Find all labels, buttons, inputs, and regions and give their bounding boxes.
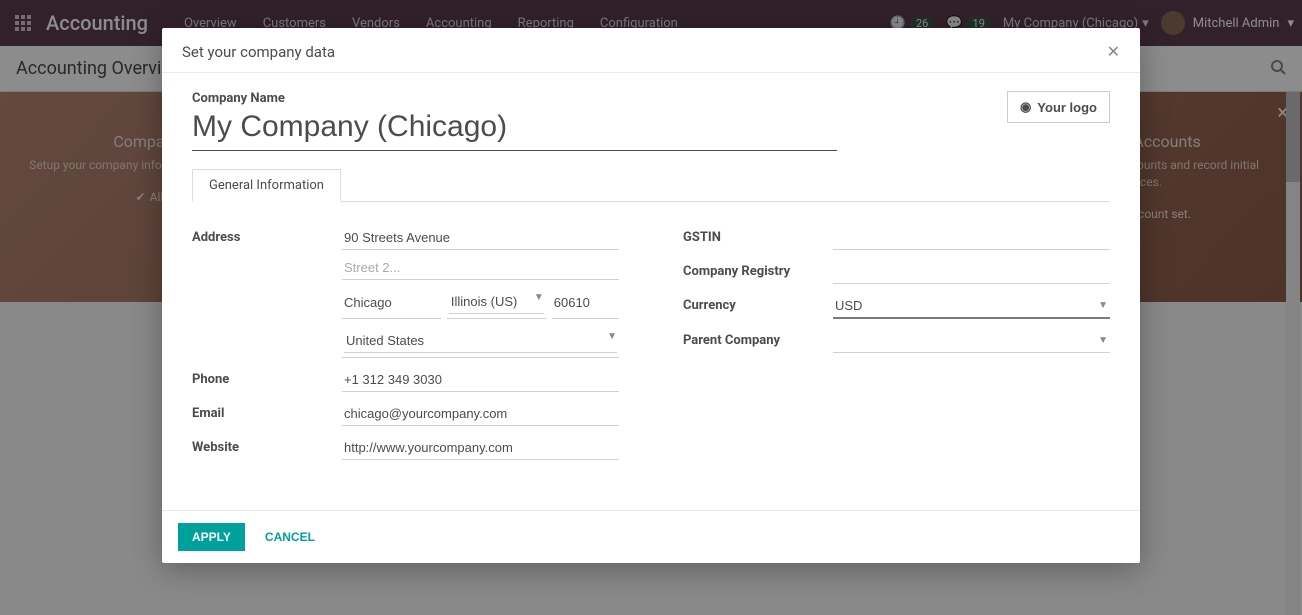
gstin-label: GSTIN (683, 226, 833, 245)
modal-title: Set your company data (182, 43, 335, 61)
parent-company-input[interactable] (833, 329, 1110, 353)
address-label: Address (192, 226, 342, 245)
tab-bar: General Information (192, 169, 1110, 202)
parent-company-select[interactable]: ▼ (833, 329, 1110, 353)
phone-label: Phone (192, 368, 342, 387)
camera-icon: ◉ (1020, 99, 1031, 115)
close-icon[interactable]: ✕ (1107, 42, 1120, 62)
website-label: Website (192, 436, 342, 455)
currency-input[interactable] (833, 294, 1110, 319)
street-input[interactable] (342, 226, 619, 250)
phone-input[interactable] (342, 368, 619, 392)
zip-input[interactable] (552, 286, 619, 319)
country-input[interactable] (344, 329, 617, 353)
parent-company-label: Parent Company (683, 329, 833, 348)
modal-overlay: Set your company data ✕ Company Name ◉ Y… (0, 0, 1302, 615)
state-input[interactable] (449, 290, 544, 314)
upload-logo-label: Your logo (1037, 100, 1097, 115)
country-select[interactable]: ▼ (342, 325, 619, 358)
currency-label: Currency (683, 294, 833, 313)
state-select[interactable]: ▼ (447, 286, 546, 319)
gstin-input[interactable] (833, 226, 1110, 250)
registry-input[interactable] (833, 260, 1110, 284)
company-name-label: Company Name (192, 91, 1007, 106)
street2-input[interactable] (342, 256, 619, 280)
email-input[interactable] (342, 402, 619, 426)
company-name-input[interactable] (192, 108, 837, 151)
website-input[interactable] (342, 436, 619, 460)
upload-logo-button[interactable]: ◉ Your logo (1007, 91, 1110, 123)
email-label: Email (192, 402, 342, 421)
currency-select[interactable]: ▼ (833, 294, 1110, 319)
company-modal: Set your company data ✕ Company Name ◉ Y… (162, 28, 1140, 563)
modal-footer: Apply Cancel (162, 510, 1140, 563)
city-input[interactable] (342, 286, 441, 319)
cancel-button[interactable]: Cancel (255, 523, 325, 551)
apply-button[interactable]: Apply (178, 523, 245, 551)
modal-header: Set your company data ✕ (162, 28, 1140, 72)
registry-label: Company Registry (683, 260, 833, 279)
tab-general-information[interactable]: General Information (192, 169, 341, 202)
